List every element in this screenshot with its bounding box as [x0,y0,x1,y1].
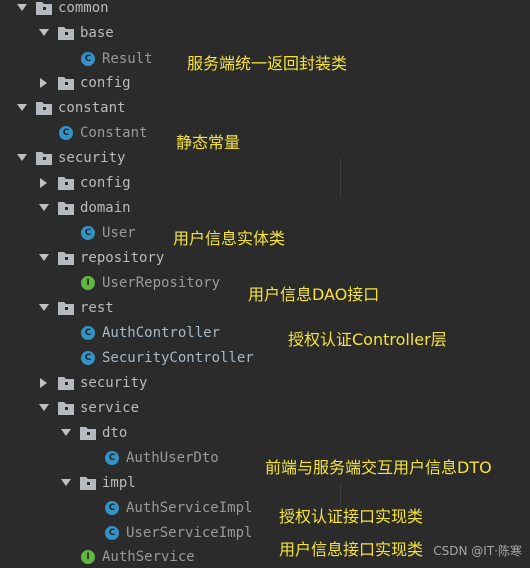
tree-node-auth-service[interactable]: I AuthService [80,546,195,568]
chevron-right-icon[interactable] [38,377,50,389]
tree-label: common [58,0,109,16]
class-icon: C [80,350,96,366]
folder-package-icon [36,0,52,16]
class-icon: C [80,225,96,241]
interface-icon: I [80,549,96,565]
folder-package-icon [58,75,74,91]
tree-label: User [102,225,136,241]
tree-label: rest [80,300,114,316]
tree-label: security [80,375,148,391]
watermark: CSDN @IT·陈寒 [433,544,522,558]
folder-package-icon [58,300,74,316]
chevron-down-icon[interactable] [16,102,28,114]
tree-node-result[interactable]: C Result [80,48,153,70]
tree-node-user-service-impl[interactable]: C UserServiceImpl [104,522,252,544]
chevron-right-icon[interactable] [38,177,50,189]
folder-package-icon [58,175,74,191]
chevron-down-icon[interactable] [38,27,50,39]
tree-node-repository[interactable]: repository [38,247,164,269]
tree-node-config[interactable]: config [38,172,131,194]
tree-node-domain[interactable]: domain [38,197,131,219]
folder-package-icon [58,250,74,266]
class-icon: C [58,125,74,141]
folder-package-icon [58,400,74,416]
tree-node-security-sub[interactable]: security [38,372,147,394]
annotation-user: 用户信息实体类 [173,229,286,248]
annotation-auth-impl: 授权认证接口实现类 [279,507,424,526]
tree-label: UserRepository [102,275,221,291]
chevron-down-icon[interactable] [38,202,50,214]
tree-node-user-repository[interactable]: I UserRepository [80,272,220,294]
folder-package-icon [80,425,96,441]
class-icon: C [104,525,120,541]
tree-node-constant-class[interactable]: C Constant [58,122,147,144]
tree-label: dto [102,425,128,441]
chevron-down-icon[interactable] [16,2,28,14]
annotation-constant: 静态常量 [176,133,241,152]
tree-node-common[interactable]: common [16,0,109,19]
tree-label: base [80,25,114,41]
chevron-down-icon[interactable] [60,427,72,439]
annotation-result: 服务端统一返回封装类 [187,54,348,73]
folder-package-icon [58,375,74,391]
tree-node-security[interactable]: security [16,147,125,169]
tree-label: Result [102,51,153,67]
folder-package-icon [58,200,74,216]
folder-package-icon [36,150,52,166]
tree-label: impl [102,475,136,491]
chevron-down-icon[interactable] [38,402,50,414]
tree-node-auth-service-impl[interactable]: C AuthServiceImpl [104,497,252,519]
interface-icon: I [80,275,96,291]
tree-label: SecurityController [102,350,254,366]
tree-label: AuthController [102,325,221,341]
tree-label: Constant [80,125,148,141]
class-icon: C [80,51,96,67]
tree-label: AuthServiceImpl [126,500,253,516]
class-icon: C [104,450,120,466]
tree-node-rest[interactable]: rest [38,297,114,319]
tree-node-base[interactable]: base [38,22,114,44]
folder-package-icon [58,25,74,41]
tree-label: config [80,75,131,91]
tree-label: constant [58,100,126,116]
folder-package-icon [36,100,52,116]
chevron-down-icon[interactable] [38,252,50,264]
tree-node-auth-user-dto[interactable]: C AuthUserDto [104,447,219,469]
annotation-user-repository: 用户信息DAO接口 [248,285,380,304]
indent-guide [340,158,341,198]
tree-node-constant[interactable]: constant [16,97,125,119]
tree-node-user[interactable]: C User [80,222,136,244]
tree-node-service[interactable]: service [38,397,139,419]
chevron-right-icon[interactable] [38,77,50,89]
tree-label: security [58,150,126,166]
tree-label: repository [80,250,165,266]
tree-label: config [80,175,131,191]
chevron-down-icon[interactable] [16,152,28,164]
tree-label: AuthService [102,549,195,565]
tree-node-impl[interactable]: impl [60,472,136,494]
tree-label: domain [80,200,131,216]
tree-label: AuthUserDto [126,450,219,466]
class-icon: C [104,500,120,516]
class-icon: C [80,325,96,341]
annotation-controller: 授权认证Controller层 [288,330,447,349]
tree-node-dto[interactable]: dto [60,422,127,444]
tree-node-security-controller[interactable]: C SecurityController [80,347,254,369]
chevron-down-icon[interactable] [60,477,72,489]
tree-label: UserServiceImpl [126,525,253,541]
annotation-user-impl: 用户信息接口实现类 [279,540,424,559]
tree-node-config[interactable]: config [38,72,131,94]
tree-label: service [80,400,140,416]
tree-node-auth-controller[interactable]: C AuthController [80,322,220,344]
chevron-down-icon[interactable] [38,302,50,314]
folder-package-icon [80,475,96,491]
annotation-dto: 前端与服务端交互用户信息DTO [265,458,492,477]
